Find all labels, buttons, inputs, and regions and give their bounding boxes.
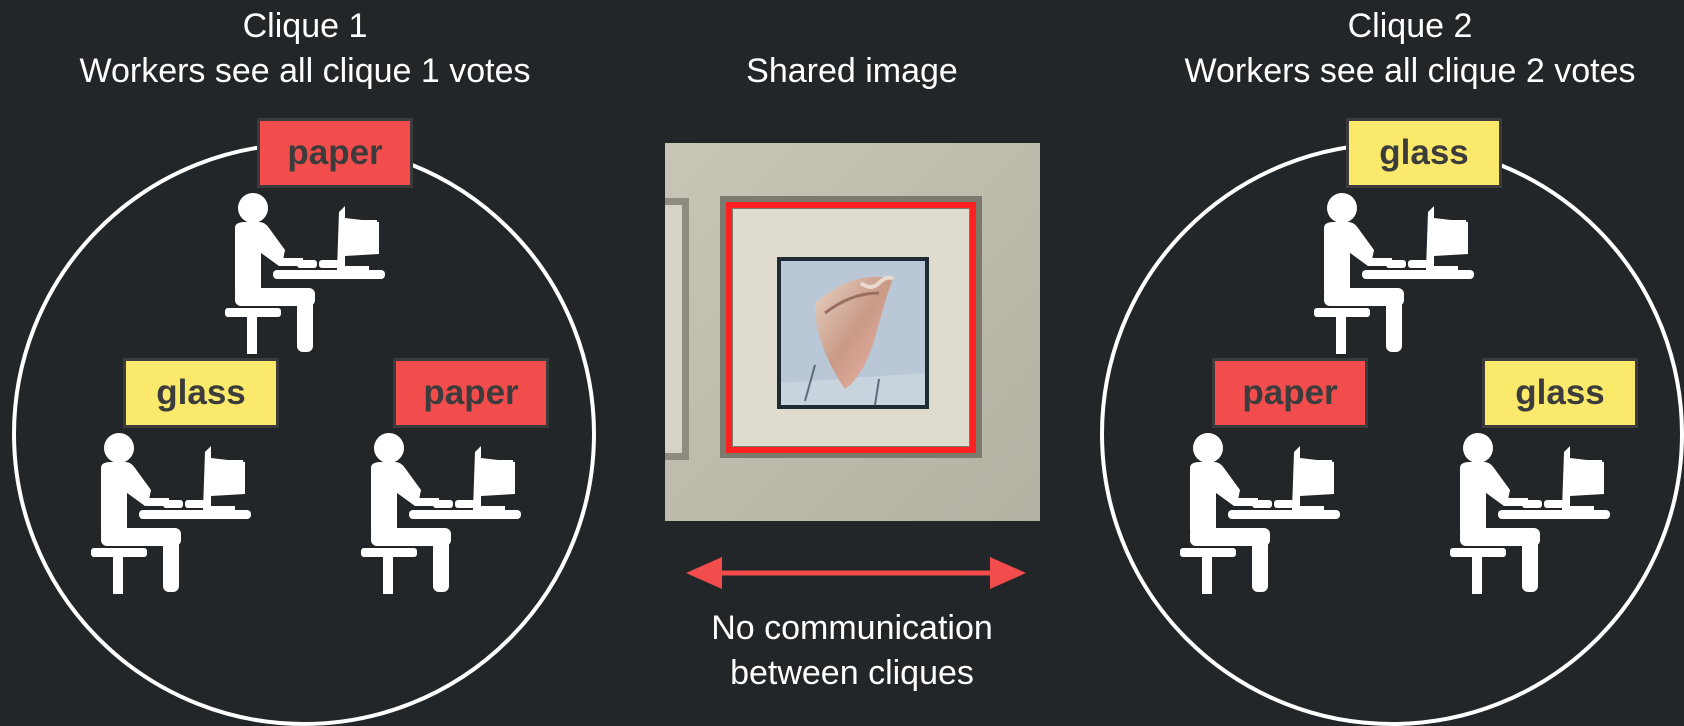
- shared-image: [665, 143, 1040, 521]
- clique2-worker2-vote: paper: [1212, 358, 1368, 428]
- arrow-caption-line2: between cliques: [730, 654, 974, 692]
- clique1-worker3-vote: paper: [393, 358, 549, 428]
- clique1-worker3-icon: [361, 433, 521, 594]
- clique1-worker1-vote: paper: [257, 118, 413, 188]
- clique2-worker2-icon: [1180, 433, 1340, 594]
- clique2-subtitle: Workers see all clique 2 votes: [1184, 52, 1636, 90]
- no-communication-arrow: [686, 557, 1026, 589]
- clique-diagram: Clique 1 Workers see all clique 1 votes …: [0, 0, 1684, 726]
- clique2-worker1-vote: glass: [1346, 118, 1502, 188]
- shared-image-caption: Shared image: [746, 52, 958, 90]
- clique2-heading: Clique 2 Workers see all clique 2 votes: [1140, 4, 1680, 94]
- clique2-title: Clique 2: [1347, 7, 1473, 45]
- clique1-heading: Clique 1 Workers see all clique 1 votes: [35, 4, 575, 94]
- clique2-worker3-vote: glass: [1482, 358, 1638, 428]
- clique1-worker1-icon: [225, 193, 385, 354]
- clique1-worker2-vote: glass: [123, 358, 279, 428]
- clique1-subtitle: Workers see all clique 1 votes: [79, 52, 531, 90]
- clique2-worker3-icon: [1450, 433, 1610, 594]
- clique1-title: Clique 1: [242, 7, 368, 45]
- clique1-worker2-icon: [91, 433, 251, 594]
- arrow-caption: No communication between cliques: [627, 606, 1077, 696]
- clique2-worker1-icon: [1314, 193, 1474, 354]
- arrow-caption-line1: No communication: [711, 609, 993, 647]
